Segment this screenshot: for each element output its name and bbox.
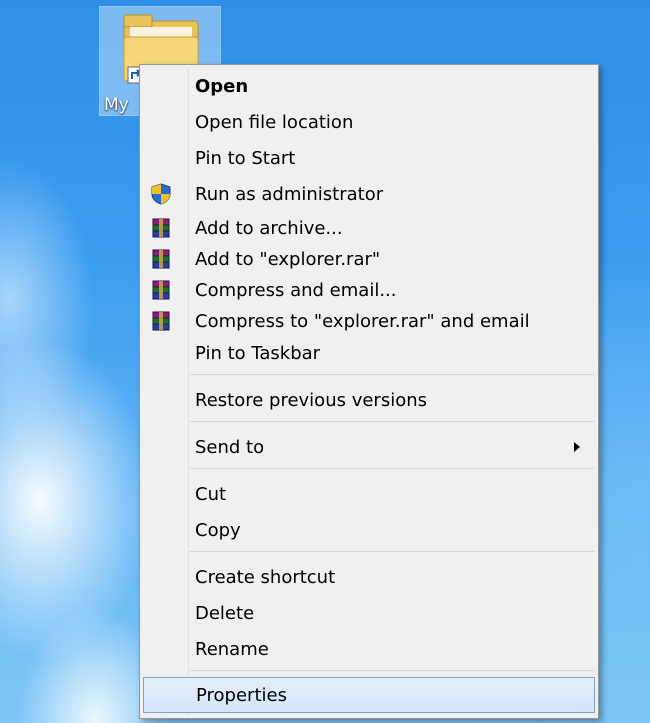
- menu-separator: [190, 421, 594, 422]
- menu-item-label: Compress to "explorer.rar" and email: [195, 311, 530, 332]
- menu-item-label: Create shortcut: [195, 567, 336, 588]
- menu-item-restore-previous-versions[interactable]: Restore previous versions: [142, 384, 596, 416]
- menu-item-label: Delete: [195, 603, 255, 624]
- menu-item-compress-to-explorer-rar-and-email[interactable]: Compress to "explorer.rar" and email: [142, 305, 596, 337]
- menu-item-label: Rename: [195, 639, 269, 660]
- menu-item-label: Pin to Start: [195, 148, 296, 169]
- menu-item-label: Compress and email...: [195, 280, 397, 301]
- menu-item-open-file-location[interactable]: Open file location: [142, 106, 596, 138]
- menu-item-label: Open file location: [195, 112, 354, 133]
- menu-item-label: Copy: [195, 520, 241, 541]
- menu-item-compress-and-email[interactable]: Compress and email...: [142, 274, 596, 306]
- winrar-icon: [150, 310, 172, 332]
- winrar-icon: [150, 248, 172, 270]
- menu-separator: [190, 551, 594, 552]
- menu-item-label: Restore previous versions: [195, 390, 428, 411]
- menu-item-label: Send to: [195, 437, 265, 458]
- menu-item-properties[interactable]: Properties: [143, 677, 595, 713]
- uac-shield-icon: [150, 183, 172, 205]
- menu-item-run-as-administrator[interactable]: Run as administrator: [142, 178, 596, 210]
- menu-item-label: Add to "explorer.rar": [195, 249, 381, 270]
- menu-item-add-to-explorer-rar[interactable]: Add to "explorer.rar": [142, 243, 596, 275]
- menu-item-label: Open: [195, 76, 249, 97]
- menu-item-label: Cut: [195, 484, 227, 505]
- menu-item-delete[interactable]: Delete: [142, 597, 596, 629]
- winrar-icon: [150, 279, 172, 301]
- menu-item-rename[interactable]: Rename: [142, 633, 596, 665]
- menu-item-cut[interactable]: Cut: [142, 478, 596, 510]
- menu-item-label: Pin to Taskbar: [195, 343, 321, 364]
- menu-item-copy[interactable]: Copy: [142, 514, 596, 546]
- menu-item-label: Run as administrator: [195, 184, 384, 205]
- menu-item-send-to[interactable]: Send to: [142, 431, 596, 463]
- menu-item-add-to-archive[interactable]: Add to archive...: [142, 212, 596, 244]
- menu-separator: [190, 670, 594, 671]
- submenu-arrow-icon: [574, 442, 580, 452]
- menu-item-pin-to-taskbar[interactable]: Pin to Taskbar: [142, 337, 596, 369]
- desktop-shortcut-label: My: [104, 95, 129, 115]
- context-menu: Open Open file location Pin to Start Run…: [139, 64, 599, 719]
- menu-separator: [190, 468, 594, 469]
- menu-item-label: Properties: [196, 685, 287, 706]
- menu-item-pin-to-start[interactable]: Pin to Start: [142, 142, 596, 174]
- winrar-icon: [150, 217, 172, 239]
- menu-item-label: Add to archive...: [195, 218, 343, 239]
- menu-item-open[interactable]: Open: [142, 70, 596, 102]
- menu-separator: [190, 374, 594, 375]
- menu-item-create-shortcut[interactable]: Create shortcut: [142, 561, 596, 593]
